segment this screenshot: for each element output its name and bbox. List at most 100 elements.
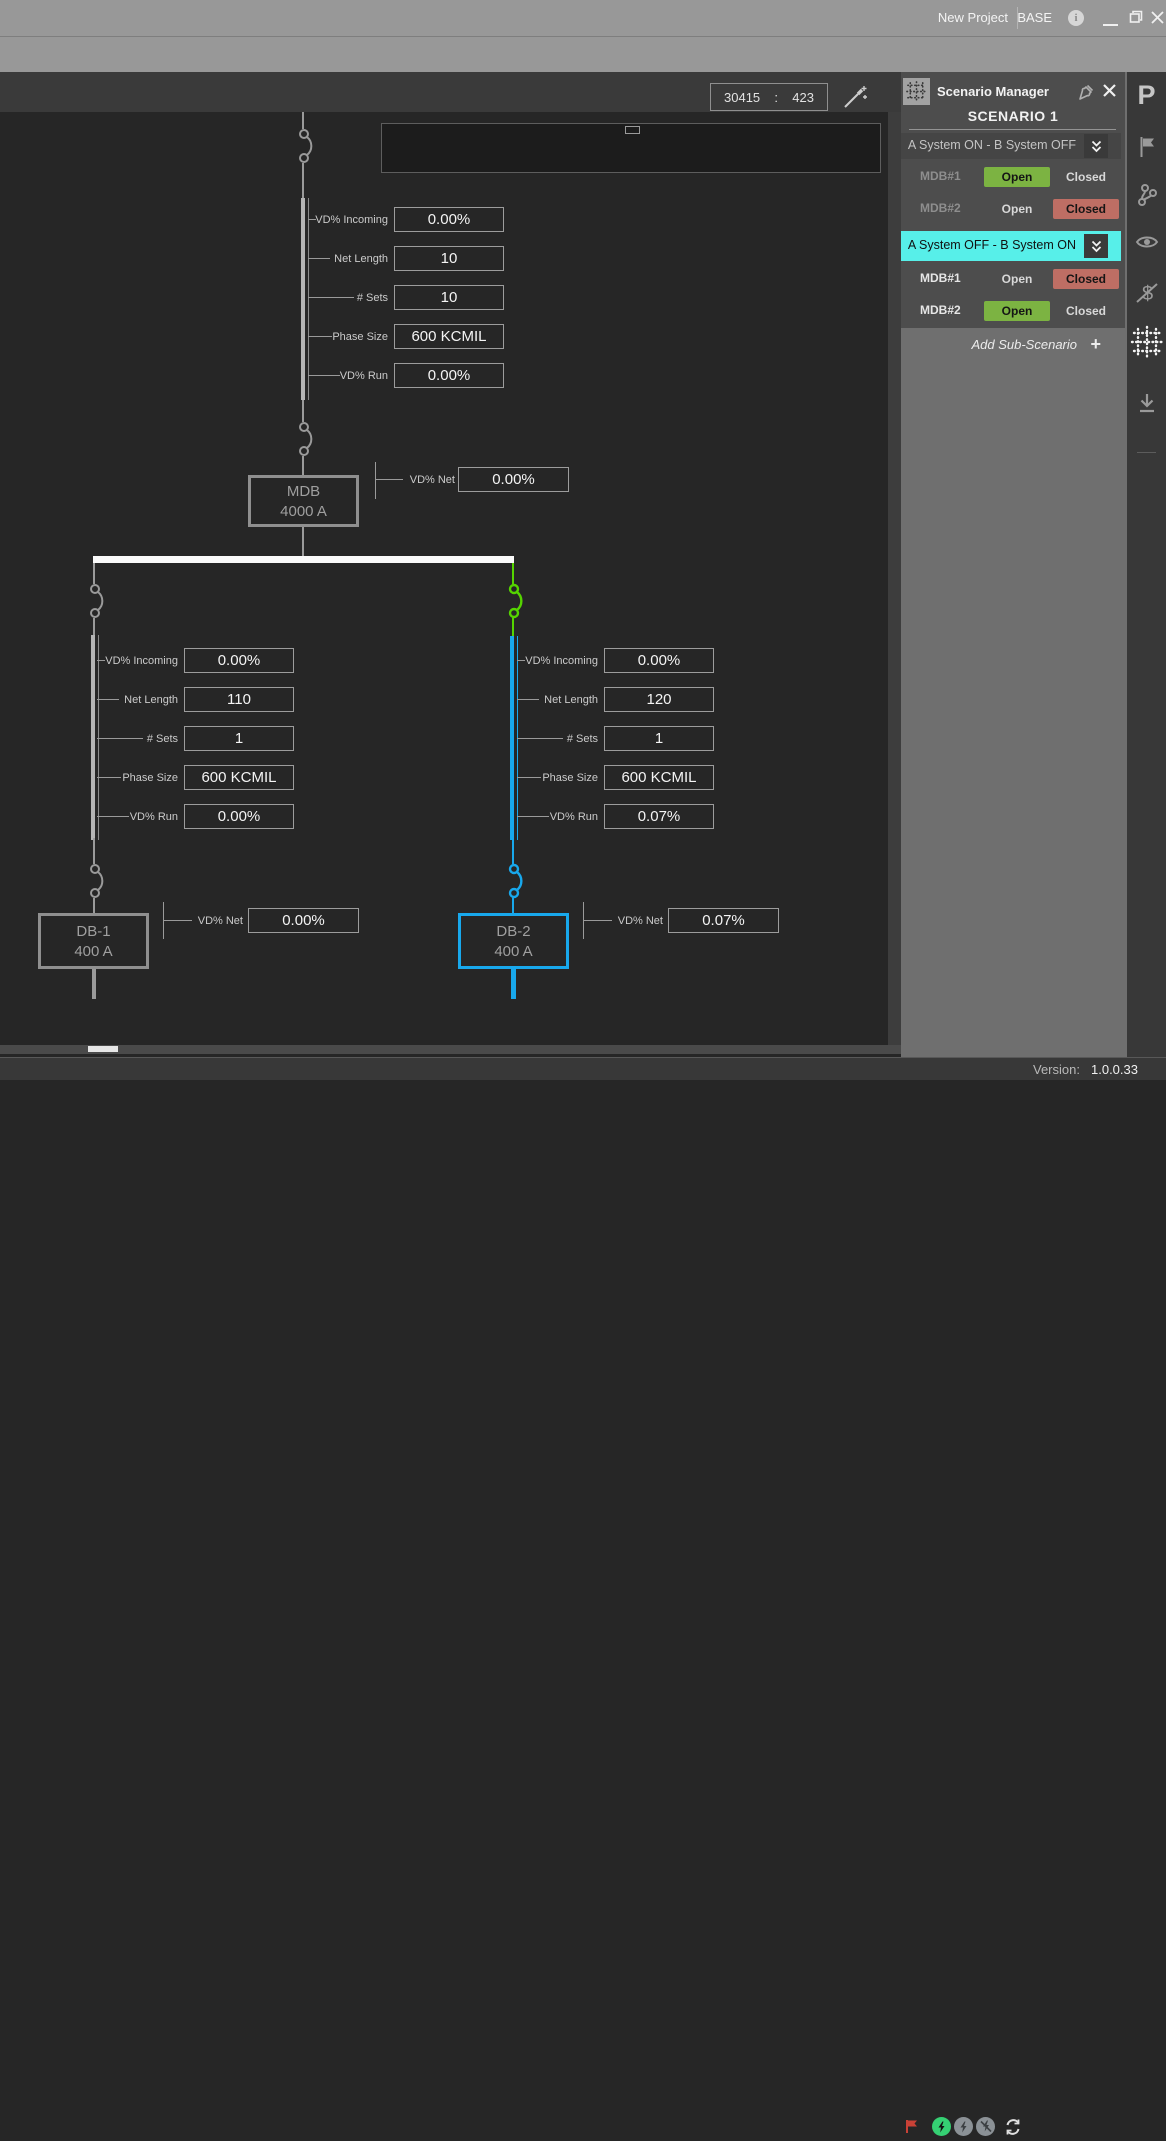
overlay-panel-handle[interactable] xyxy=(625,126,640,134)
breaker-symbol-db1-main[interactable] xyxy=(88,862,114,900)
energized-conductor-line xyxy=(512,618,514,637)
refresh-icon[interactable] xyxy=(1004,2118,1022,2141)
vd-net-input[interactable]: 0.07% xyxy=(668,908,779,933)
field-input[interactable]: 600 KCMIL xyxy=(184,765,294,790)
status-flag-icon xyxy=(905,2119,918,2139)
magic-wand-icon[interactable] xyxy=(842,84,868,115)
field-label: # Sets xyxy=(310,292,394,304)
branch-hierarchy-tool-button[interactable] xyxy=(1127,182,1166,208)
breaker-symbol-db1-feeder[interactable] xyxy=(88,582,114,620)
field-input[interactable]: 0.00% xyxy=(394,207,504,232)
breaker-symbol-db2-feeder[interactable] xyxy=(507,582,533,620)
restore-button[interactable] xyxy=(1128,9,1144,25)
field-input[interactable]: 0.00% xyxy=(184,648,294,673)
expand-collapse-button[interactable] xyxy=(1084,234,1108,258)
minimize-button[interactable] xyxy=(1103,24,1118,26)
cable-run-db2[interactable] xyxy=(510,636,514,840)
open-state-button[interactable]: Open xyxy=(1002,272,1033,286)
field-label: VD% Incoming xyxy=(520,655,604,667)
sub-scenario-name: A System OFF - B System ON xyxy=(908,238,1076,252)
breaker-symbol-mdb-main[interactable] xyxy=(297,420,323,458)
field-row: Phase Size 600 KCMIL xyxy=(310,324,504,349)
breaker-name: MDB#2 xyxy=(920,201,961,215)
field-input[interactable]: 120 xyxy=(604,687,714,712)
cable-run-db1[interactable] xyxy=(91,635,95,840)
workspace-name[interactable]: BASE xyxy=(1017,10,1052,25)
breaker-name: MDB#1 xyxy=(920,169,961,183)
field-input[interactable]: 0.00% xyxy=(184,804,294,829)
panel-name: DB-2 xyxy=(496,923,530,940)
field-input[interactable]: 10 xyxy=(394,285,504,310)
mdb-bus-bar[interactable] xyxy=(93,556,514,563)
power-source-a-status-icon[interactable] xyxy=(932,2117,951,2136)
field-input[interactable]: 600 KCMIL xyxy=(394,324,504,349)
open-state-button[interactable]: Open xyxy=(984,301,1050,321)
field-label: VD% Run xyxy=(310,370,394,382)
field-input[interactable]: 0.07% xyxy=(604,804,714,829)
closed-state-button[interactable]: Closed xyxy=(1053,269,1119,289)
field-label: VD% Run xyxy=(100,811,184,823)
field-input[interactable]: 0.00% xyxy=(604,648,714,673)
pin-icon[interactable] xyxy=(1077,83,1095,101)
horizontal-scrollbar-handle[interactable] xyxy=(88,1046,118,1052)
field-label: Net Length xyxy=(520,694,604,706)
cable-run-incoming-line2 xyxy=(308,198,309,400)
field-input[interactable]: 0.00% xyxy=(394,363,504,388)
sub-scenario-row-1[interactable]: A System ON - B System OFF xyxy=(901,133,1121,159)
field-label: # Sets xyxy=(520,733,604,745)
info-icon[interactable]: i xyxy=(1068,10,1084,26)
vd-net-input[interactable]: 0.00% xyxy=(458,467,569,492)
field-input[interactable]: 10 xyxy=(394,246,504,271)
closed-state-button[interactable]: Closed xyxy=(1066,304,1106,318)
field-input[interactable]: 1 xyxy=(604,726,714,751)
scenario-manager-tool-button-active[interactable] xyxy=(1127,324,1166,360)
scenario-title: SCENARIO 1 xyxy=(901,108,1125,124)
flag-tool-button[interactable] xyxy=(1127,136,1166,158)
load-stub-line xyxy=(511,969,516,999)
breaker-name: MDB#1 xyxy=(920,271,961,285)
field-row: Phase Size 600 KCMIL xyxy=(520,765,714,790)
db2-panel-block[interactable]: DB-2 400 A xyxy=(458,913,569,969)
energized-conductor-line xyxy=(512,898,514,913)
open-state-button[interactable]: Open xyxy=(984,167,1050,187)
coord-separator: : xyxy=(774,90,778,105)
db1-feeder-fields: VD% Incoming 0.00% Net Length 110 # Sets… xyxy=(100,648,294,843)
vertical-scrollbar[interactable] xyxy=(888,112,901,1045)
panel-body xyxy=(901,328,1125,1057)
field-input[interactable]: 1 xyxy=(184,726,294,751)
expand-collapse-button[interactable] xyxy=(1084,134,1108,158)
closed-state-button[interactable]: Closed xyxy=(1066,170,1106,184)
scenario-title-underline xyxy=(909,129,1116,130)
sub-scenario-row-2-selected[interactable]: A System OFF - B System ON xyxy=(901,231,1121,261)
open-state-button[interactable]: Open xyxy=(1002,202,1033,216)
panel-title: Scenario Manager xyxy=(937,84,1049,99)
mdb-panel-block[interactable]: MDB 4000 A xyxy=(248,475,359,527)
conductor-line xyxy=(302,163,304,198)
project-name: New Project xyxy=(938,10,1008,25)
panel-name: MDB xyxy=(287,483,320,500)
field-label: Phase Size xyxy=(100,772,184,784)
horizontal-scrollbar[interactable] xyxy=(0,1045,901,1054)
panel-close-icon[interactable] xyxy=(1102,83,1118,99)
breaker-symbol-incoming[interactable] xyxy=(297,127,323,165)
power-off-status-icon[interactable] xyxy=(976,2117,995,2136)
field-row: # Sets 1 xyxy=(520,726,714,751)
close-window-button[interactable] xyxy=(1149,9,1166,26)
add-sub-scenario-button[interactable]: Add Sub-Scenario + xyxy=(901,334,1125,358)
vd-net-input[interactable]: 0.00% xyxy=(248,908,359,933)
visibility-eye-tool-button[interactable] xyxy=(1127,234,1166,250)
panels-tool-button[interactable]: P xyxy=(1127,80,1166,111)
field-input[interactable]: 600 KCMIL xyxy=(604,765,714,790)
breaker-symbol-db2-main[interactable] xyxy=(507,862,533,900)
export-download-tool-button[interactable] xyxy=(1127,392,1166,416)
closed-state-button[interactable]: Closed xyxy=(1053,199,1119,219)
field-label: Net Length xyxy=(310,253,394,265)
power-source-b-status-icon[interactable] xyxy=(954,2117,973,2136)
no-cost-tool-button[interactable]: $ xyxy=(1127,278,1166,308)
collapsed-overlay-panel[interactable] xyxy=(381,123,881,173)
field-label: # Sets xyxy=(100,733,184,745)
cable-run-incoming[interactable] xyxy=(301,198,305,400)
plus-icon: + xyxy=(1090,334,1101,355)
field-input[interactable]: 110 xyxy=(184,687,294,712)
db1-panel-block[interactable]: DB-1 400 A xyxy=(38,913,149,969)
